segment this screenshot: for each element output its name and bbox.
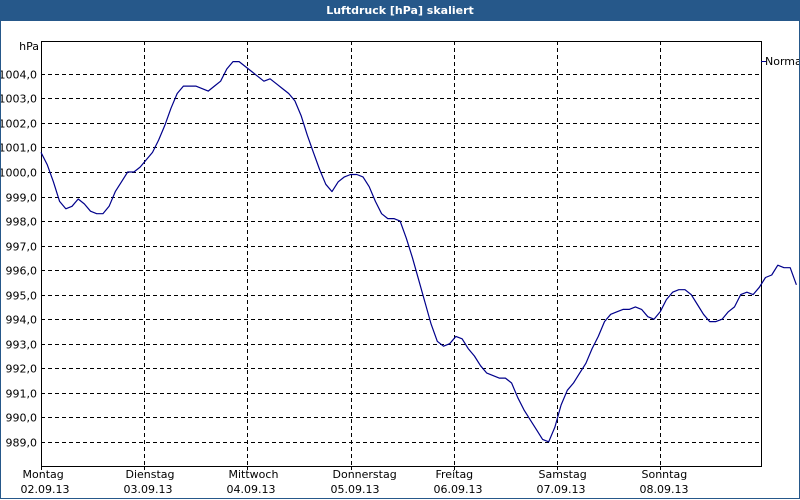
x-tick-day-label: Dienstag [126,468,175,481]
y-tick-label: 996,0 [6,265,38,278]
line-chart: 1004,0 1003,0 1002,0 1001,0 1000,0 999,0 998,0… [1,40,799,496]
x-tick-day-label: Montag [23,468,64,481]
x-tick-day-label: Samstag [539,468,587,481]
series-layer [40,60,797,443]
y-tick-label: 991,0 [6,388,38,401]
y-tick-label: 993,0 [6,339,38,352]
y-tick-label: 999,0 [6,192,38,205]
y-tick-label: 995,0 [6,290,38,303]
y-tick-label: 1004,0 [1,69,37,82]
x-tick-day-label: Mittwoch [229,468,279,481]
x-tick-date-label: 07.09.13 [537,483,586,496]
y-tick-label: 998,0 [6,216,38,229]
y-tick-label: 997,0 [6,241,38,254]
x-tick-date-label: 03.09.13 [124,483,173,496]
y-tick-label: 994,0 [6,314,38,327]
y-tick-label: 992,0 [6,363,38,376]
gridlines [41,41,761,466]
chart-title: Luftdruck [hPa] skaliert [0,0,800,21]
y-tick-label: 989,0 [6,437,38,450]
y-tick-label: 1000,0 [1,167,37,180]
y-tick-label: 1003,0 [1,93,37,106]
chart-frame: 1004,0 1003,0 1002,0 1001,0 1000,0 999,0 998,0… [0,21,800,499]
x-tick-day-label: Donnerstag [333,468,397,481]
y-axis-ticks: 1004,0 1003,0 1002,0 1001,0 1000,0 999,0 998,0… [1,69,37,450]
x-tick-date-label: 05.09.13 [331,483,380,496]
x-axis-ticks: Montag 02.09.13 Dienstag 03.09.13 Mittwoch 04… [21,466,689,496]
x-tick-date-label: 06.09.13 [434,483,483,496]
x-tick-date-label: 02.09.13 [21,483,70,496]
plot-area [41,41,762,467]
x-tick-date-label: 04.09.13 [227,483,276,496]
x-tick-day-label: Sonntag [642,468,688,481]
y-axis-label: hPa [19,40,39,53]
legend: Normal [761,55,799,68]
y-tick-label: 1002,0 [1,118,37,131]
legend-entry: Normal [765,55,799,68]
x-tick-day-label: Freitag [436,468,474,481]
y-tick-label: 1001,0 [1,142,37,155]
y-tick-label: 990,0 [6,412,38,425]
series-line [40,60,797,443]
x-tick-date-label: 08.09.13 [640,483,689,496]
